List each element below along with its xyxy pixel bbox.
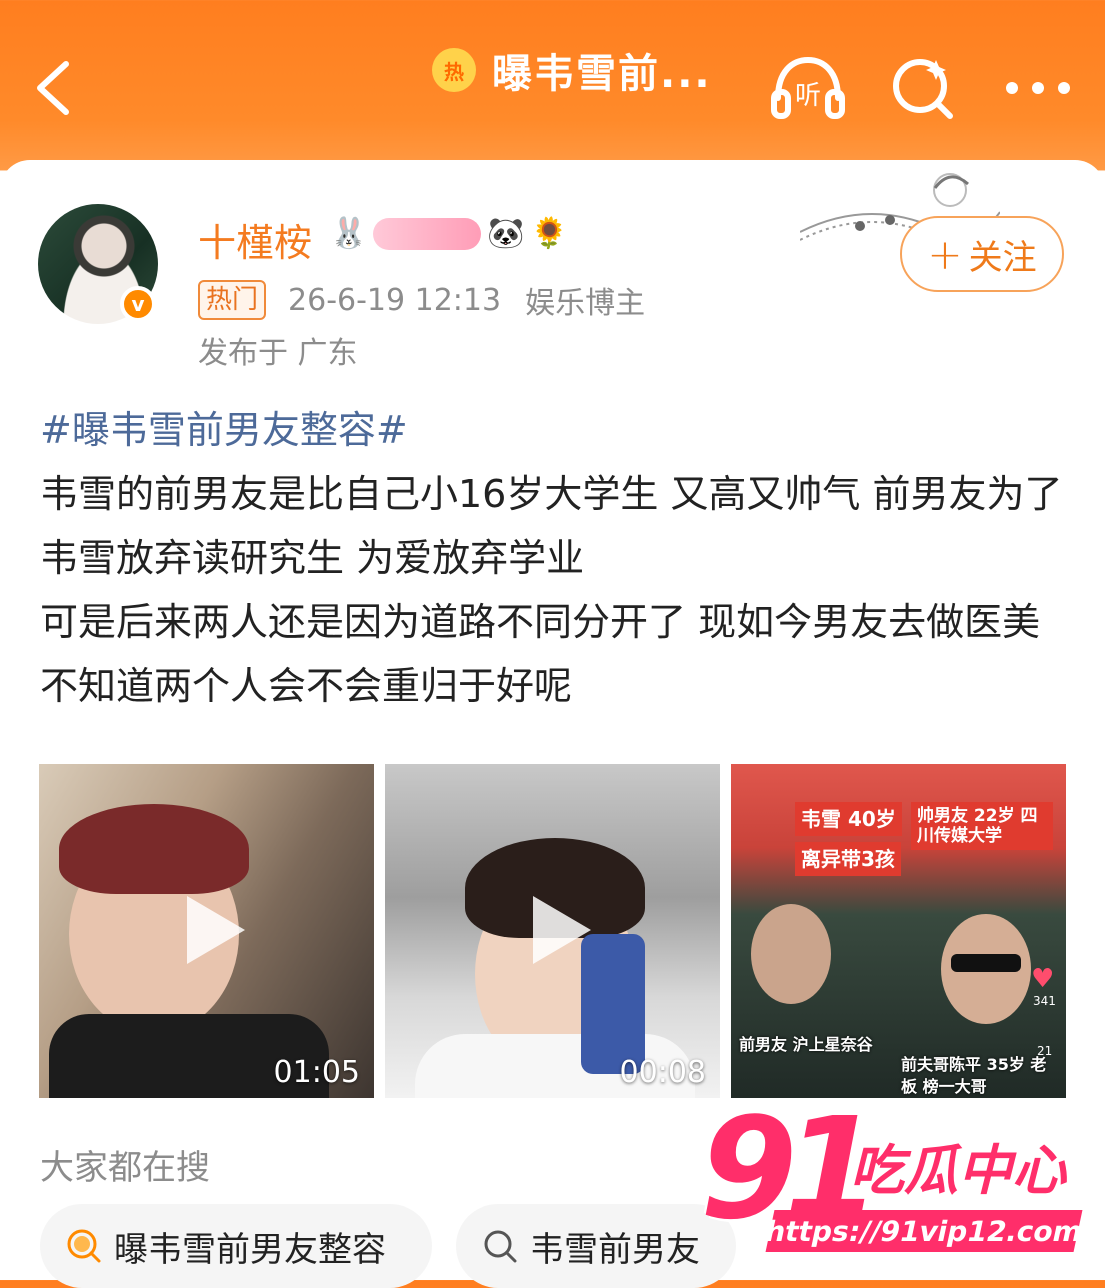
search-chip-1[interactable]: 曝韦雪前男友整容 bbox=[40, 1204, 432, 1288]
search-chip-text: 韦雪前男友 bbox=[530, 1229, 700, 1270]
plus-icon: + bbox=[927, 229, 963, 279]
listen-label: 听 bbox=[795, 81, 821, 111]
hair-image bbox=[59, 804, 249, 894]
top-bar: 热 曝韦雪前... 听 bbox=[0, 0, 1105, 170]
listen-headphones-icon[interactable]: 听 bbox=[770, 54, 846, 122]
like-count: 341 bbox=[1033, 994, 1056, 1008]
caption-tag: 韦雪 40岁 bbox=[795, 802, 902, 836]
video-duration: 01:05 bbox=[273, 1055, 360, 1090]
follow-label: 关注 bbox=[968, 237, 1037, 278]
image-caption-right: 前夫哥陈平 35岁 老板 榜一大哥 bbox=[901, 1055, 1047, 1096]
post-location: 发布于 广东 bbox=[198, 336, 358, 371]
user-category: 娱乐博主 bbox=[525, 286, 646, 321]
watermark-logo: 91 吃瓜中心 https://91vip12.com bbox=[696, 1088, 1096, 1266]
post-meta: 热门 26-6-19 12:13 娱乐博主 bbox=[198, 278, 645, 322]
more-options-icon[interactable] bbox=[1000, 54, 1076, 122]
user-decorations: 🐰 🐼 🌻 bbox=[330, 216, 568, 251]
search-icon bbox=[480, 1226, 520, 1266]
page-title-group: 热 曝韦雪前... bbox=[432, 40, 712, 100]
caption-tag: 离异带3孩 bbox=[795, 842, 901, 876]
play-icon bbox=[533, 896, 591, 964]
verified-badge: v bbox=[120, 286, 156, 322]
page-title: 曝韦雪前... bbox=[492, 51, 712, 97]
play-icon bbox=[187, 896, 245, 964]
rabbit-icon: 🐰 bbox=[330, 216, 368, 251]
post-time: 26-6-19 12:13 bbox=[288, 282, 502, 318]
search-chip-2[interactable]: 韦雪前男友 bbox=[456, 1204, 736, 1288]
post-paragraph-1: 韦雪的前男友是比自己小16岁大学生 又高又帅气 前男友为了韦雪放弃读研究生 为爱… bbox=[40, 472, 1063, 580]
video-duration: 00:08 bbox=[619, 1055, 706, 1090]
watermark-url: https://91vip12.com bbox=[762, 1210, 1086, 1252]
follow-button[interactable]: + 关注 bbox=[900, 216, 1064, 292]
video-thumbnail-2[interactable]: 00:08 bbox=[385, 764, 720, 1098]
sunglasses-image bbox=[951, 954, 1021, 972]
hashtag-link[interactable]: #曝韦雪前男友整容# bbox=[40, 398, 1070, 462]
caption-tag: 帅男友 22岁 四川传媒大学 bbox=[911, 802, 1053, 850]
hot-search-icon bbox=[64, 1226, 104, 1266]
post-paragraph-2: 可是后来两人还是因为道路不同分开了 现如今男友去做医美 不知道两个人会不会重归于… bbox=[40, 600, 1041, 708]
hot-topic-icon: 热 bbox=[432, 48, 476, 92]
person-image bbox=[751, 904, 831, 1004]
search-icon[interactable] bbox=[886, 54, 962, 122]
decoration-tag-icon bbox=[373, 217, 482, 250]
search-chip-text: 曝韦雪前男友整容 bbox=[114, 1229, 386, 1270]
post-body: #曝韦雪前男友整容# 韦雪的前男友是比自己小16岁大学生 又高又帅气 前男友为了… bbox=[40, 398, 1070, 718]
heart-icon: ♥ bbox=[1031, 964, 1055, 994]
watermark-text: 吃瓜中心 bbox=[850, 1139, 1066, 1202]
image-thumbnail-3[interactable]: 韦雪 40岁 离异带3孩 帅男友 22岁 四川传媒大学 ♥ 341 21 前男友… bbox=[731, 764, 1066, 1098]
image-caption-left: 前男友 沪上星奈谷 bbox=[739, 1035, 873, 1054]
trending-search-label: 大家都在搜 bbox=[40, 1148, 210, 1188]
sunflower-icon: 🌻 bbox=[530, 216, 569, 251]
video-thumbnail-1[interactable]: 01:05 bbox=[39, 764, 374, 1098]
back-arrow-icon[interactable] bbox=[30, 58, 80, 118]
panda-icon: 🐼 bbox=[487, 216, 525, 251]
username[interactable]: 十槿桉 bbox=[198, 212, 312, 267]
hot-tag: 热门 bbox=[198, 280, 267, 320]
